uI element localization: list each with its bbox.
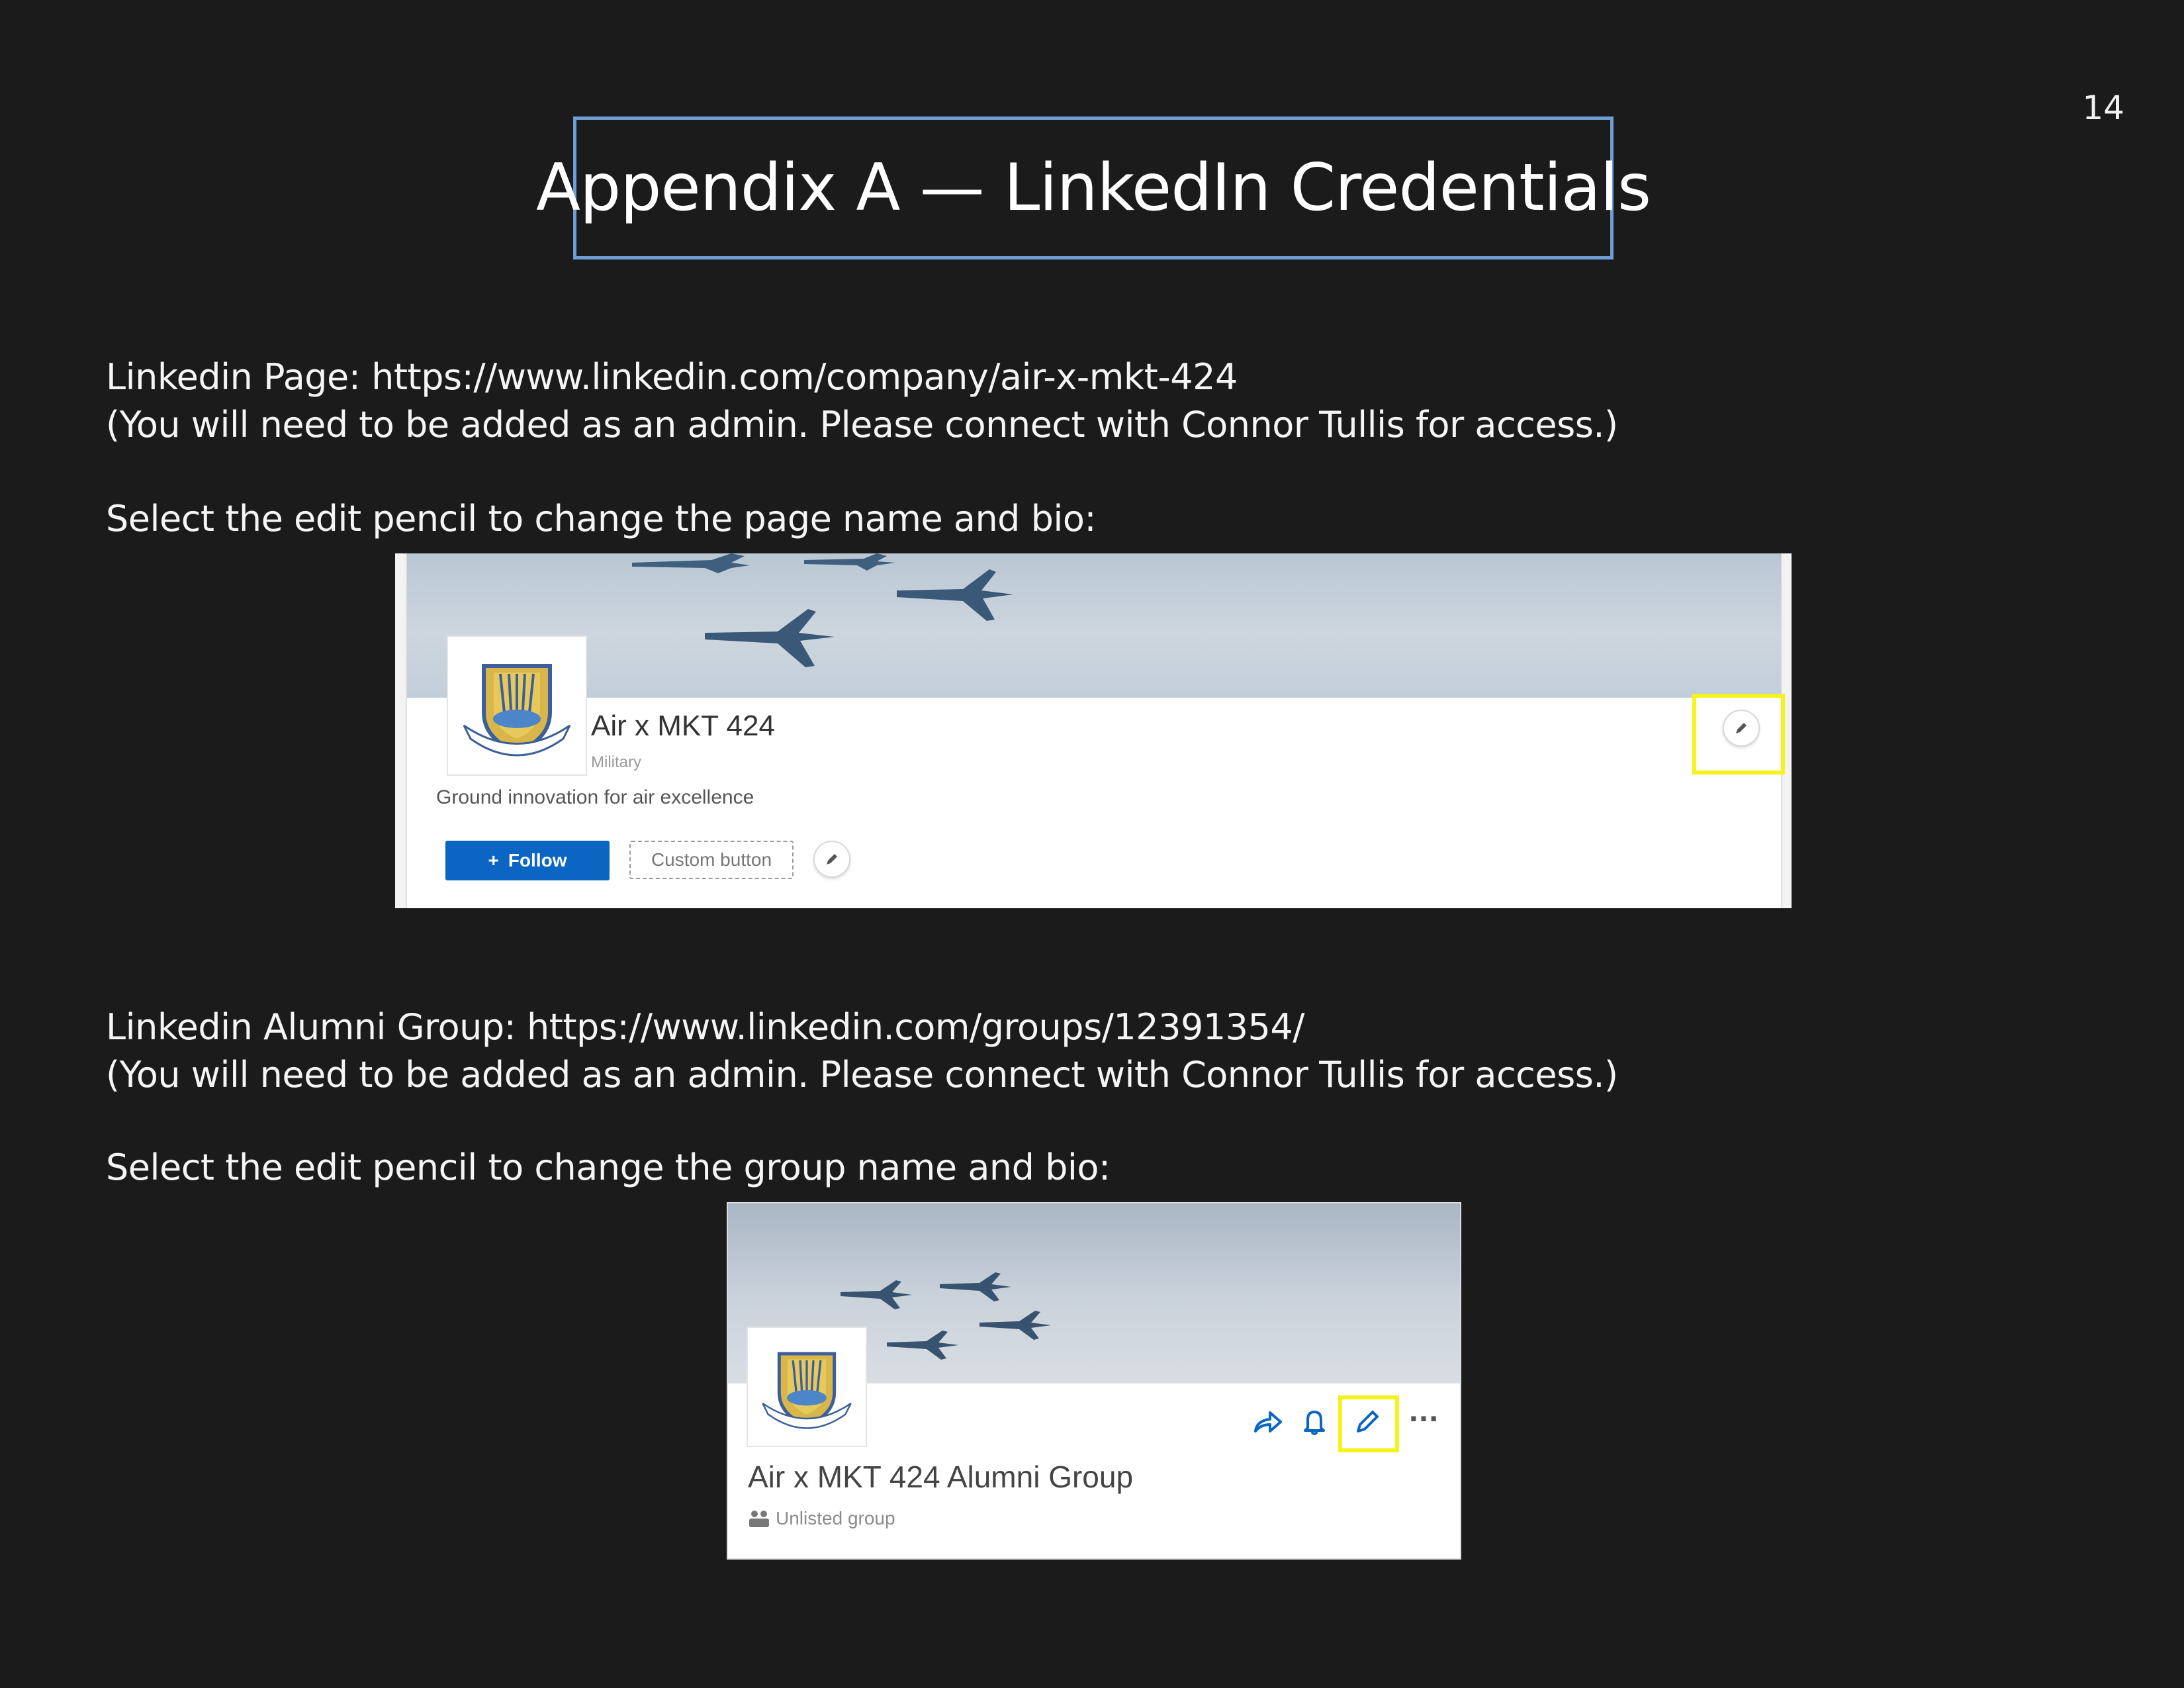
jet-image (705, 609, 835, 667)
jet-image (841, 1280, 912, 1309)
logo-emblem (762, 1352, 852, 1429)
group-edit-instruction: Select the edit pencil to change the gro… (106, 1147, 1111, 1188)
group-page-screenshot: ··· Air x MKT 424 Alumni Group Unlisted … (727, 1202, 1461, 1560)
jet-image (632, 553, 750, 573)
admin-access-note-1: (You will need to be added as an admin. … (106, 404, 1618, 445)
group-status-label: Unlisted group (776, 1508, 895, 1528)
follow-button-label: Follow (508, 850, 567, 870)
jet-image (897, 569, 1013, 621)
edit-pencil-highlight (1692, 694, 1785, 774)
company-page-screenshot: Air x MKT 424 Military Ground innovation… (395, 553, 1792, 908)
company-category: Military (591, 753, 641, 771)
share-icon[interactable] (1248, 1402, 1288, 1442)
jet-image (979, 1311, 1051, 1340)
custom-button[interactable]: Custom button (629, 841, 794, 879)
admin-access-note-2: (You will need to be added as an admin. … (106, 1054, 1618, 1096)
group-people-icon (749, 1511, 769, 1527)
group-status: Unlisted group (748, 1508, 895, 1529)
jet-image (887, 1331, 958, 1360)
more-icon[interactable]: ··· (1400, 1399, 1447, 1439)
logo-emblem (463, 664, 571, 757)
company-logo (447, 635, 587, 776)
group-logo (747, 1327, 867, 1447)
follow-button[interactable]: + Follow (445, 841, 610, 880)
company-banner-image (407, 553, 1781, 698)
edit-pencil-highlight (1338, 1395, 1399, 1452)
bell-icon[interactable] (1295, 1402, 1334, 1442)
jet-image (940, 1272, 1011, 1301)
button-edit-pencil-icon[interactable] (813, 841, 850, 878)
linkedin-group-url-text: Linkedin Alumni Group: https://www.linke… (106, 1006, 1304, 1048)
company-page-card: Air x MKT 424 Military Ground innovation… (406, 553, 1785, 908)
page-edit-instruction: Select the edit pencil to change the pag… (106, 498, 1097, 539)
title-box: Appendix A — LinkedIn Credentials (536, 117, 1651, 259)
page-number: 14 (2082, 89, 2124, 127)
company-name: Air x MKT 424 (591, 710, 775, 742)
linkedin-page-url-text: Linkedin Page: https://www.linkedin.com/… (106, 356, 1238, 398)
group-name: Air x MKT 424 Alumni Group (748, 1460, 1134, 1494)
plus-icon: + (488, 850, 499, 870)
page-title: Appendix A — LinkedIn Credentials (535, 150, 1651, 226)
company-tagline: Ground innovation for air excellence (436, 786, 754, 808)
jet-image (804, 553, 895, 571)
